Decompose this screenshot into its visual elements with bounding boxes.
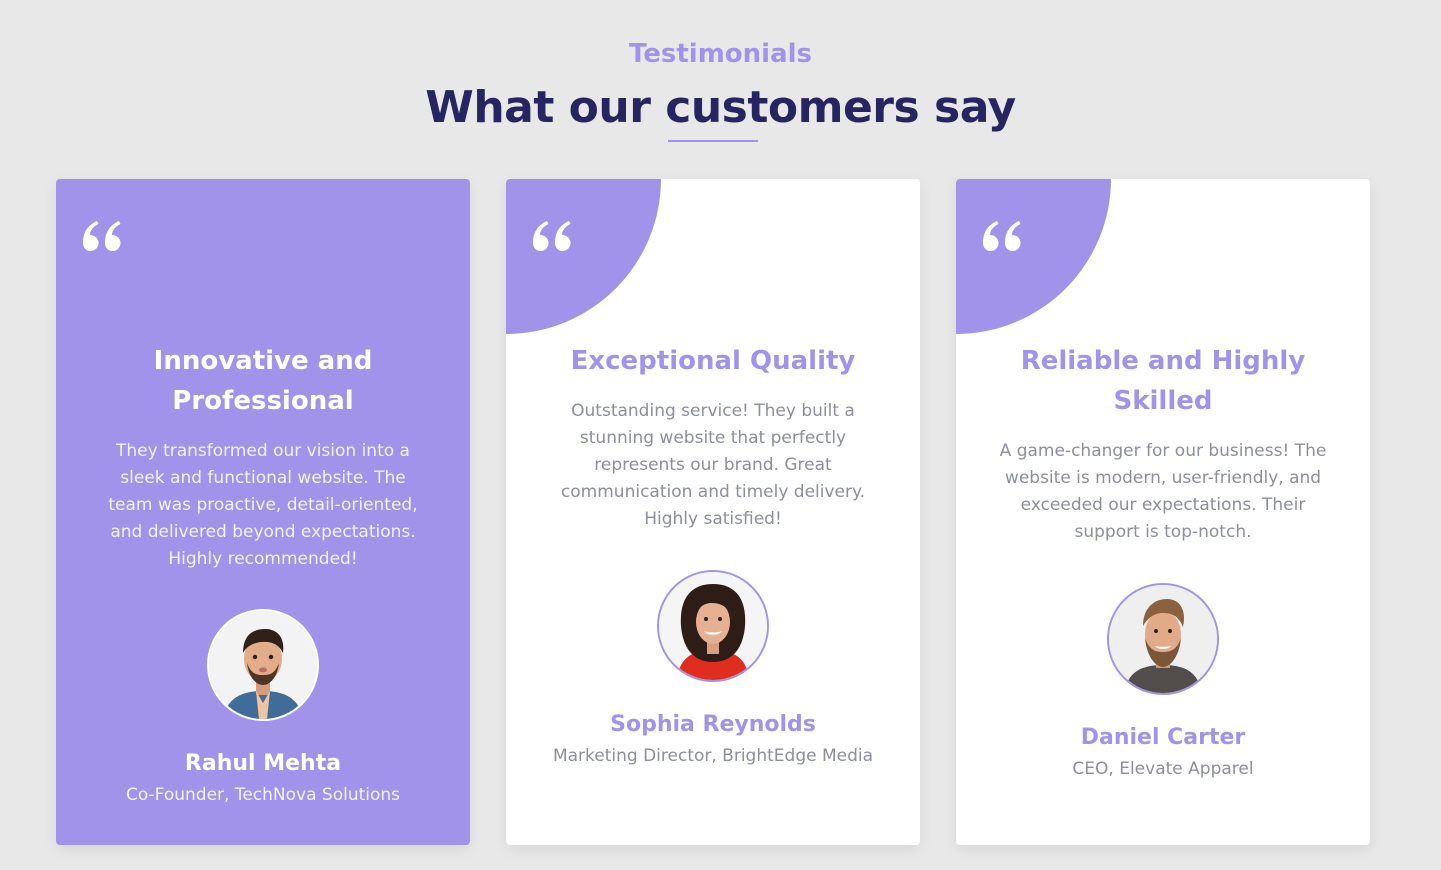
reviewer-role: CEO, Elevate Apparel	[1072, 759, 1254, 779]
testimonial-title: Reliable and Highly Skilled	[1020, 346, 1306, 416]
reviewer-name: Sophia Reynolds	[610, 712, 816, 737]
reviewer-role: Co-Founder, TechNova Solutions	[125, 785, 401, 805]
quote-icon	[530, 213, 576, 259]
reviewer-role: Marketing Director, BrightEdge Media	[552, 746, 874, 766]
testimonial-text: Outstanding service! They built a stunni…	[560, 401, 866, 529]
reviewer-name: Daniel Carter	[1080, 725, 1246, 750]
section-eyebrow: Testimonials	[628, 39, 813, 69]
headline-underline	[668, 140, 758, 142]
testimonial-text: They transformed our vision into a sleek…	[108, 441, 418, 569]
testimonial-text: A game-changer for our business! The web…	[999, 441, 1327, 542]
testimonial-card-3: Reliable and Highly Skilled A game-chang…	[956, 179, 1370, 845]
testimonial-title: Innovative and Professional	[153, 346, 373, 416]
testimonial-card-1: Innovative and Professional They transfo…	[56, 179, 470, 845]
testimonial-card-2: Exceptional Quality Outstanding service!…	[506, 179, 920, 845]
reviewer-name: Rahul Mehta	[184, 751, 342, 776]
section-headline: What our customers say	[425, 82, 1016, 133]
smiling-woman-avatar	[657, 570, 769, 682]
quote-icon	[980, 213, 1026, 259]
bearded-man-avatar	[1107, 583, 1219, 695]
quote-icon	[80, 213, 126, 259]
testimonial-title: Exceptional Quality	[570, 346, 856, 376]
man-thinking-avatar	[207, 609, 319, 721]
